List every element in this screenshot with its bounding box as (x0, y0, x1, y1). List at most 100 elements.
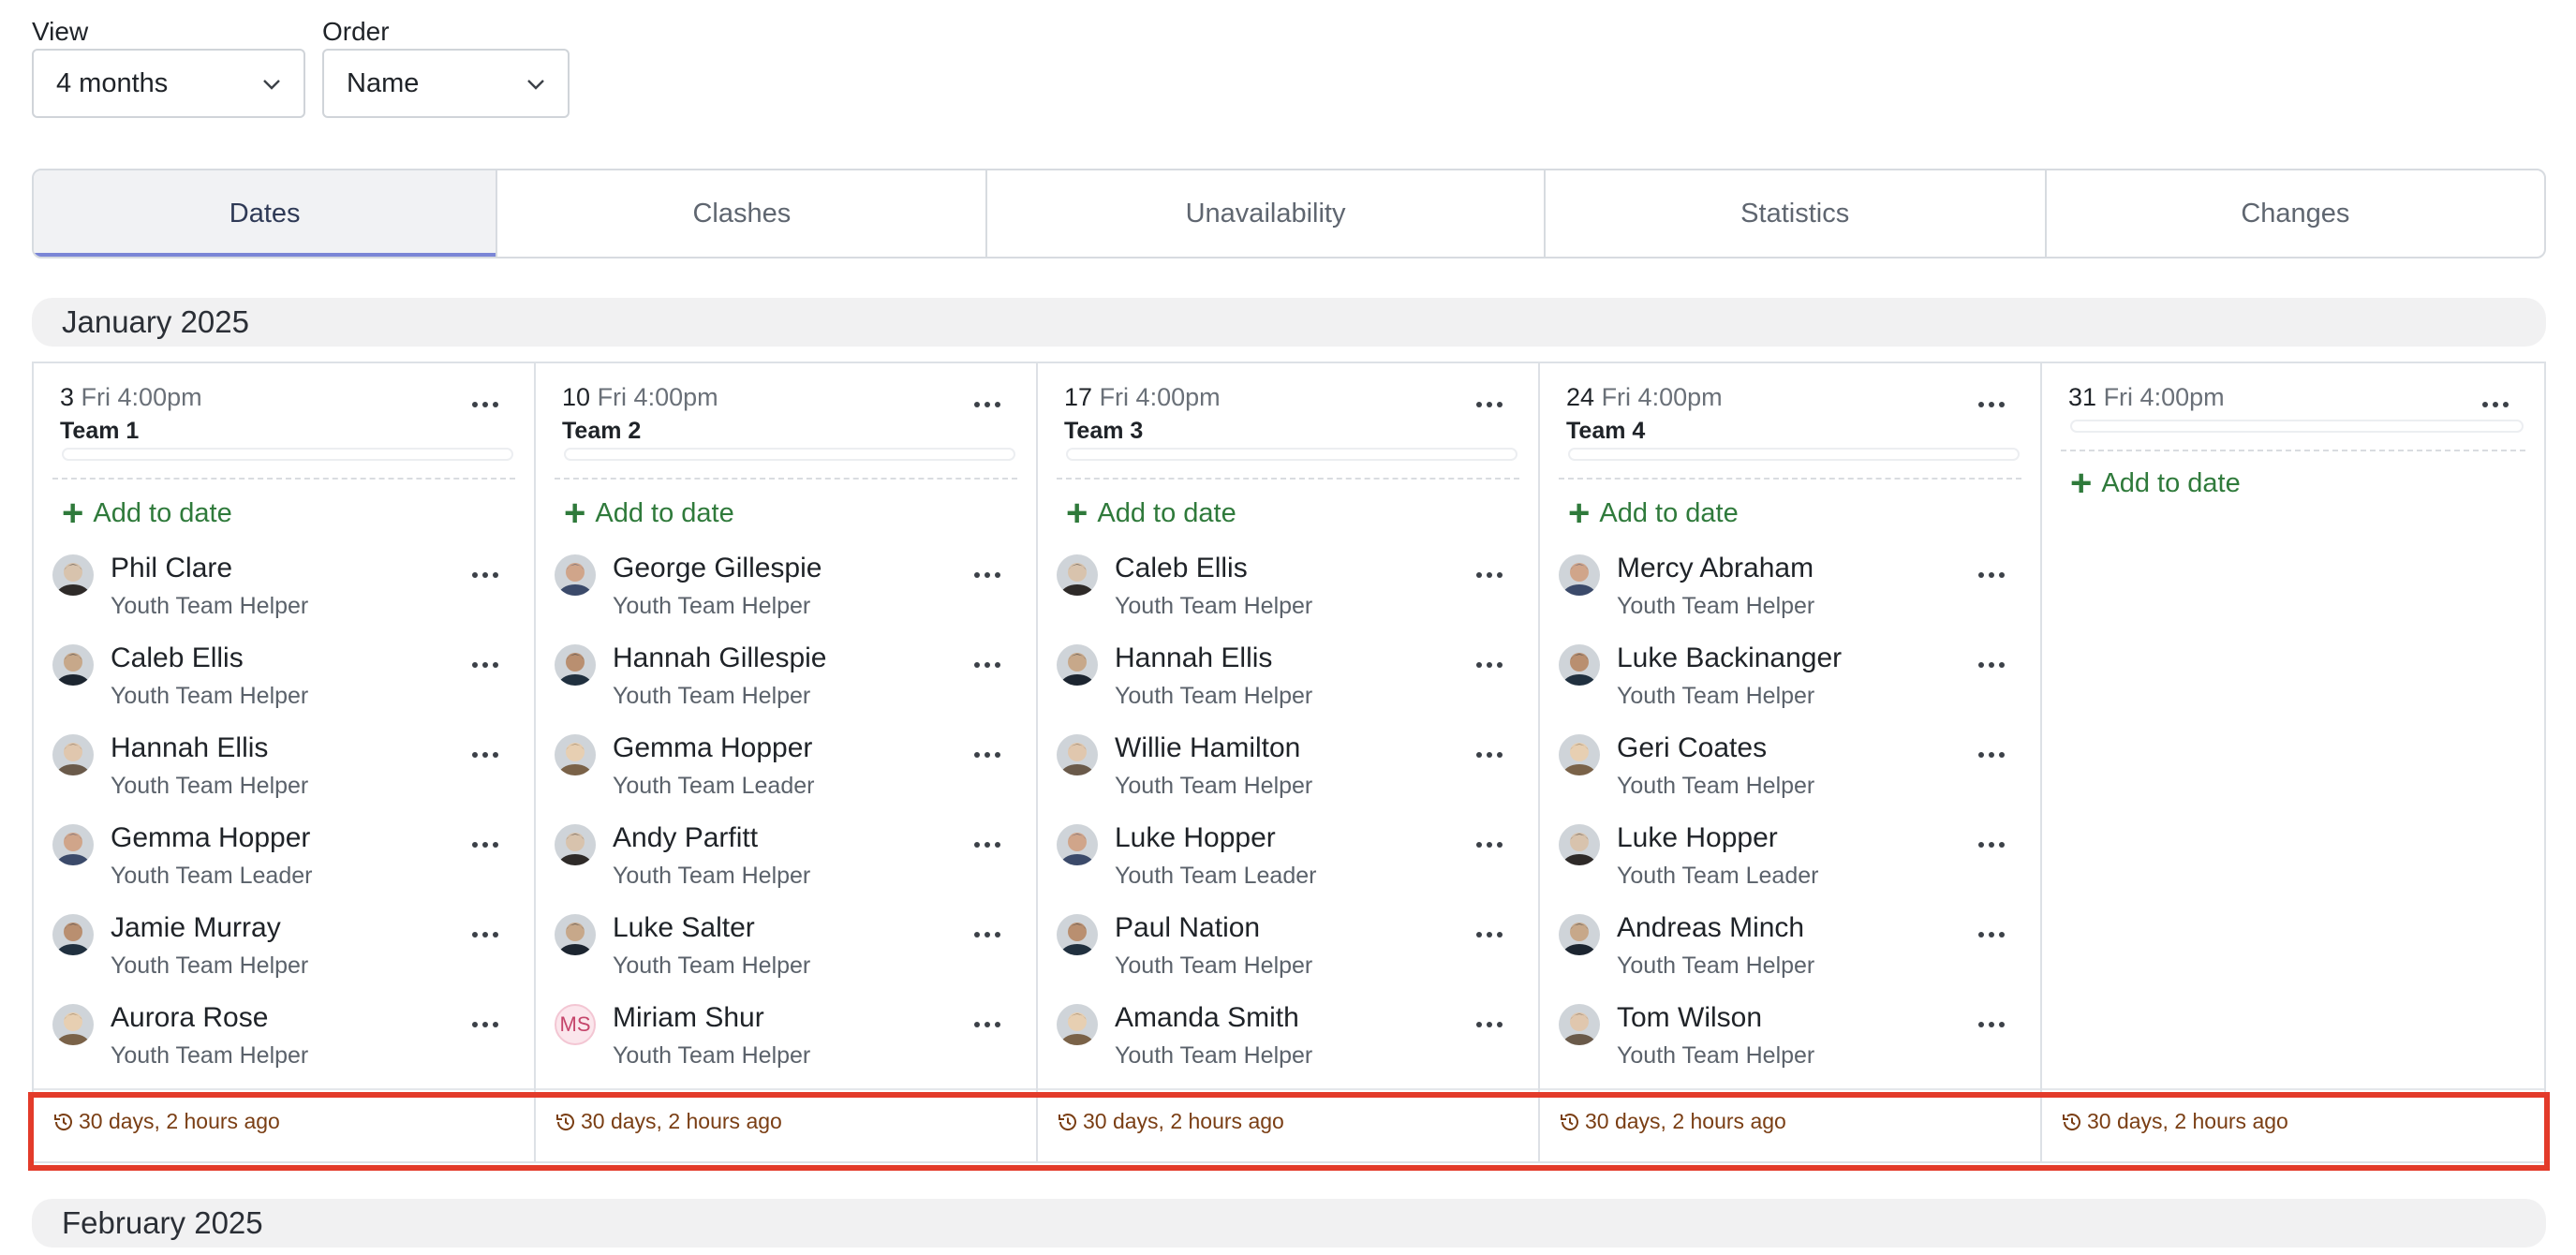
person-menu-button[interactable] (970, 569, 1004, 581)
person-menu-button[interactable] (1975, 749, 2008, 760)
date-day: 24 (1566, 383, 1595, 411)
person-row[interactable]: Geri Coates Youth Team Helper (1559, 731, 2040, 820)
person-menu-button[interactable] (1975, 659, 2008, 671)
person-role: Youth Team Helper (111, 683, 309, 709)
person-row[interactable]: Tom Wilson Youth Team Helper (1559, 1000, 2040, 1090)
person-menu-button[interactable] (468, 839, 502, 850)
person-role: Youth Team Helper (111, 952, 309, 979)
person-row[interactable]: Mercy Abraham Youth Team Helper (1559, 551, 2040, 641)
person-row[interactable]: Gemma Hopper Youth Team Leader (555, 731, 1036, 820)
avatar (1559, 1004, 1600, 1045)
last-changed[interactable]: 30 days, 2 hours ago (1559, 1109, 1786, 1134)
person-name: Paul Nation (1115, 912, 1261, 943)
tab-changes[interactable]: Changes (2047, 170, 2544, 257)
tab-unavailability[interactable]: Unavailability (987, 170, 1546, 257)
person-row[interactable]: Luke Hopper Youth Team Leader (1559, 820, 2040, 910)
person-menu-button[interactable] (1473, 749, 1506, 760)
person-menu-button[interactable] (1473, 659, 1506, 671)
tab-clashes[interactable]: Clashes (497, 170, 988, 257)
person-row[interactable]: Aurora Rose Youth Team Helper (52, 1000, 534, 1090)
last-changed-row: 30 days, 2 hours ago (1540, 1088, 2040, 1161)
add-to-date-button[interactable]: + Add to date (1066, 495, 1236, 532)
add-to-date-button[interactable]: + Add to date (1568, 493, 1739, 534)
person-role: Youth Team Helper (111, 773, 309, 799)
person-row[interactable]: Caleb Ellis Youth Team Helper (1057, 551, 1538, 641)
view-filter: View (32, 13, 88, 51)
avatar (52, 1004, 94, 1045)
person-menu-button[interactable] (1473, 1019, 1506, 1030)
person-row[interactable]: Paul Nation Youth Team Helper (1057, 910, 1538, 1000)
date-menu-button[interactable] (1473, 399, 1506, 410)
order-select[interactable]: Name (322, 49, 570, 118)
last-changed[interactable]: 30 days, 2 hours ago (555, 1109, 782, 1134)
tab-statistics[interactable]: Statistics (1546, 170, 2047, 257)
add-to-date-button[interactable]: + Add to date (564, 495, 734, 532)
person-role: Youth Team Helper (1115, 1042, 1313, 1069)
person-row[interactable]: Phil Clare Youth Team Helper (52, 551, 534, 641)
person-menu-button[interactable] (970, 929, 1004, 940)
date-menu-button[interactable] (468, 399, 502, 410)
person-menu-button[interactable] (1975, 1019, 2008, 1030)
person-menu-button[interactable] (1975, 839, 2008, 850)
tab-bar: Dates Clashes Unavailability Statistics … (32, 169, 2546, 258)
view-select-value: 4 months (56, 68, 169, 98)
person-name: Jamie Murray (111, 912, 281, 943)
person-row[interactable]: Hannah Ellis Youth Team Helper (52, 731, 534, 820)
team-bar (1568, 448, 2020, 461)
last-changed[interactable]: 30 days, 2 hours ago (2061, 1109, 2288, 1134)
person-menu-button[interactable] (468, 749, 502, 760)
person-row[interactable]: Hannah Gillespie Youth Team Helper (555, 641, 1036, 731)
avatar (52, 644, 94, 686)
last-changed-text: 30 days, 2 hours ago (2087, 1109, 2288, 1133)
plus-icon: + (1568, 493, 1591, 534)
person-row[interactable]: Andy Parfitt Youth Team Helper (555, 820, 1036, 910)
person-menu-button[interactable] (1975, 569, 2008, 581)
person-row[interactable]: George Gillespie Youth Team Helper (555, 551, 1036, 641)
date-column: 10 Fri 4:00pm Team 2 + Add to date George Gi… (536, 363, 1038, 1161)
person-menu-button[interactable] (468, 1019, 502, 1030)
person-row[interactable]: Willie Hamilton Youth Team Helper (1057, 731, 1538, 820)
plus-icon: + (62, 493, 84, 534)
date-menu-button[interactable] (1975, 399, 2008, 410)
view-select[interactable]: 4 months (32, 49, 305, 118)
add-to-date-button[interactable]: + Add to date (62, 493, 232, 534)
person-role: Youth Team Helper (1115, 952, 1313, 979)
person-row[interactable]: Luke Salter Youth Team Helper (555, 910, 1036, 1000)
tab-dates[interactable]: Dates (34, 170, 498, 257)
person-menu-button[interactable] (468, 929, 502, 940)
person-menu-button[interactable] (1473, 929, 1506, 940)
person-menu-button[interactable] (1473, 839, 1506, 850)
chevron-down-icon (263, 80, 280, 90)
person-role: Youth Team Helper (1617, 773, 1815, 799)
add-to-date-button[interactable]: + Add to date (2070, 465, 2241, 502)
team-bar (1066, 448, 1517, 461)
person-row[interactable]: Luke Hopper Youth Team Leader (1057, 820, 1538, 910)
date-time: Fri 4:00pm (2103, 383, 2225, 411)
person-menu-button[interactable] (970, 659, 1004, 671)
person-row[interactable]: Hannah Ellis Youth Team Helper (1057, 641, 1538, 731)
person-name: Andreas Minch (1617, 912, 1805, 943)
person-menu-button[interactable] (970, 1019, 1004, 1030)
person-menu-button[interactable] (1473, 569, 1506, 581)
date-menu-button[interactable] (970, 399, 1004, 410)
person-row[interactable]: Andreas Minch Youth Team Helper (1559, 910, 2040, 1000)
last-changed[interactable]: 30 days, 2 hours ago (52, 1109, 280, 1134)
person-row[interactable]: Amanda Smith Youth Team Helper (1057, 1000, 1538, 1090)
person-row[interactable]: Luke Backinanger Youth Team Helper (1559, 641, 2040, 731)
person-menu-button[interactable] (970, 749, 1004, 760)
person-name: Caleb Ellis (111, 642, 244, 673)
person-menu-button[interactable] (468, 569, 502, 581)
person-menu-button[interactable] (468, 659, 502, 671)
person-row[interactable]: Caleb Ellis Youth Team Helper (52, 641, 534, 731)
person-row[interactable]: Jamie Murray Youth Team Helper (52, 910, 534, 1000)
last-changed[interactable]: 30 days, 2 hours ago (1057, 1109, 1284, 1134)
person-menu-button[interactable] (970, 839, 1004, 850)
team-label: Team 3 (1064, 418, 1144, 444)
person-menu-button[interactable] (1975, 929, 2008, 940)
person-role: Youth Team Helper (1115, 683, 1313, 709)
month-header-january: January 2025 (32, 298, 2546, 347)
person-row[interactable]: Gemma Hopper Youth Team Leader (52, 820, 534, 910)
date-menu-button[interactable] (2479, 399, 2512, 410)
divider (555, 478, 1017, 480)
person-row[interactable]: MS Miriam Shur Youth Team Helper (555, 1000, 1036, 1090)
